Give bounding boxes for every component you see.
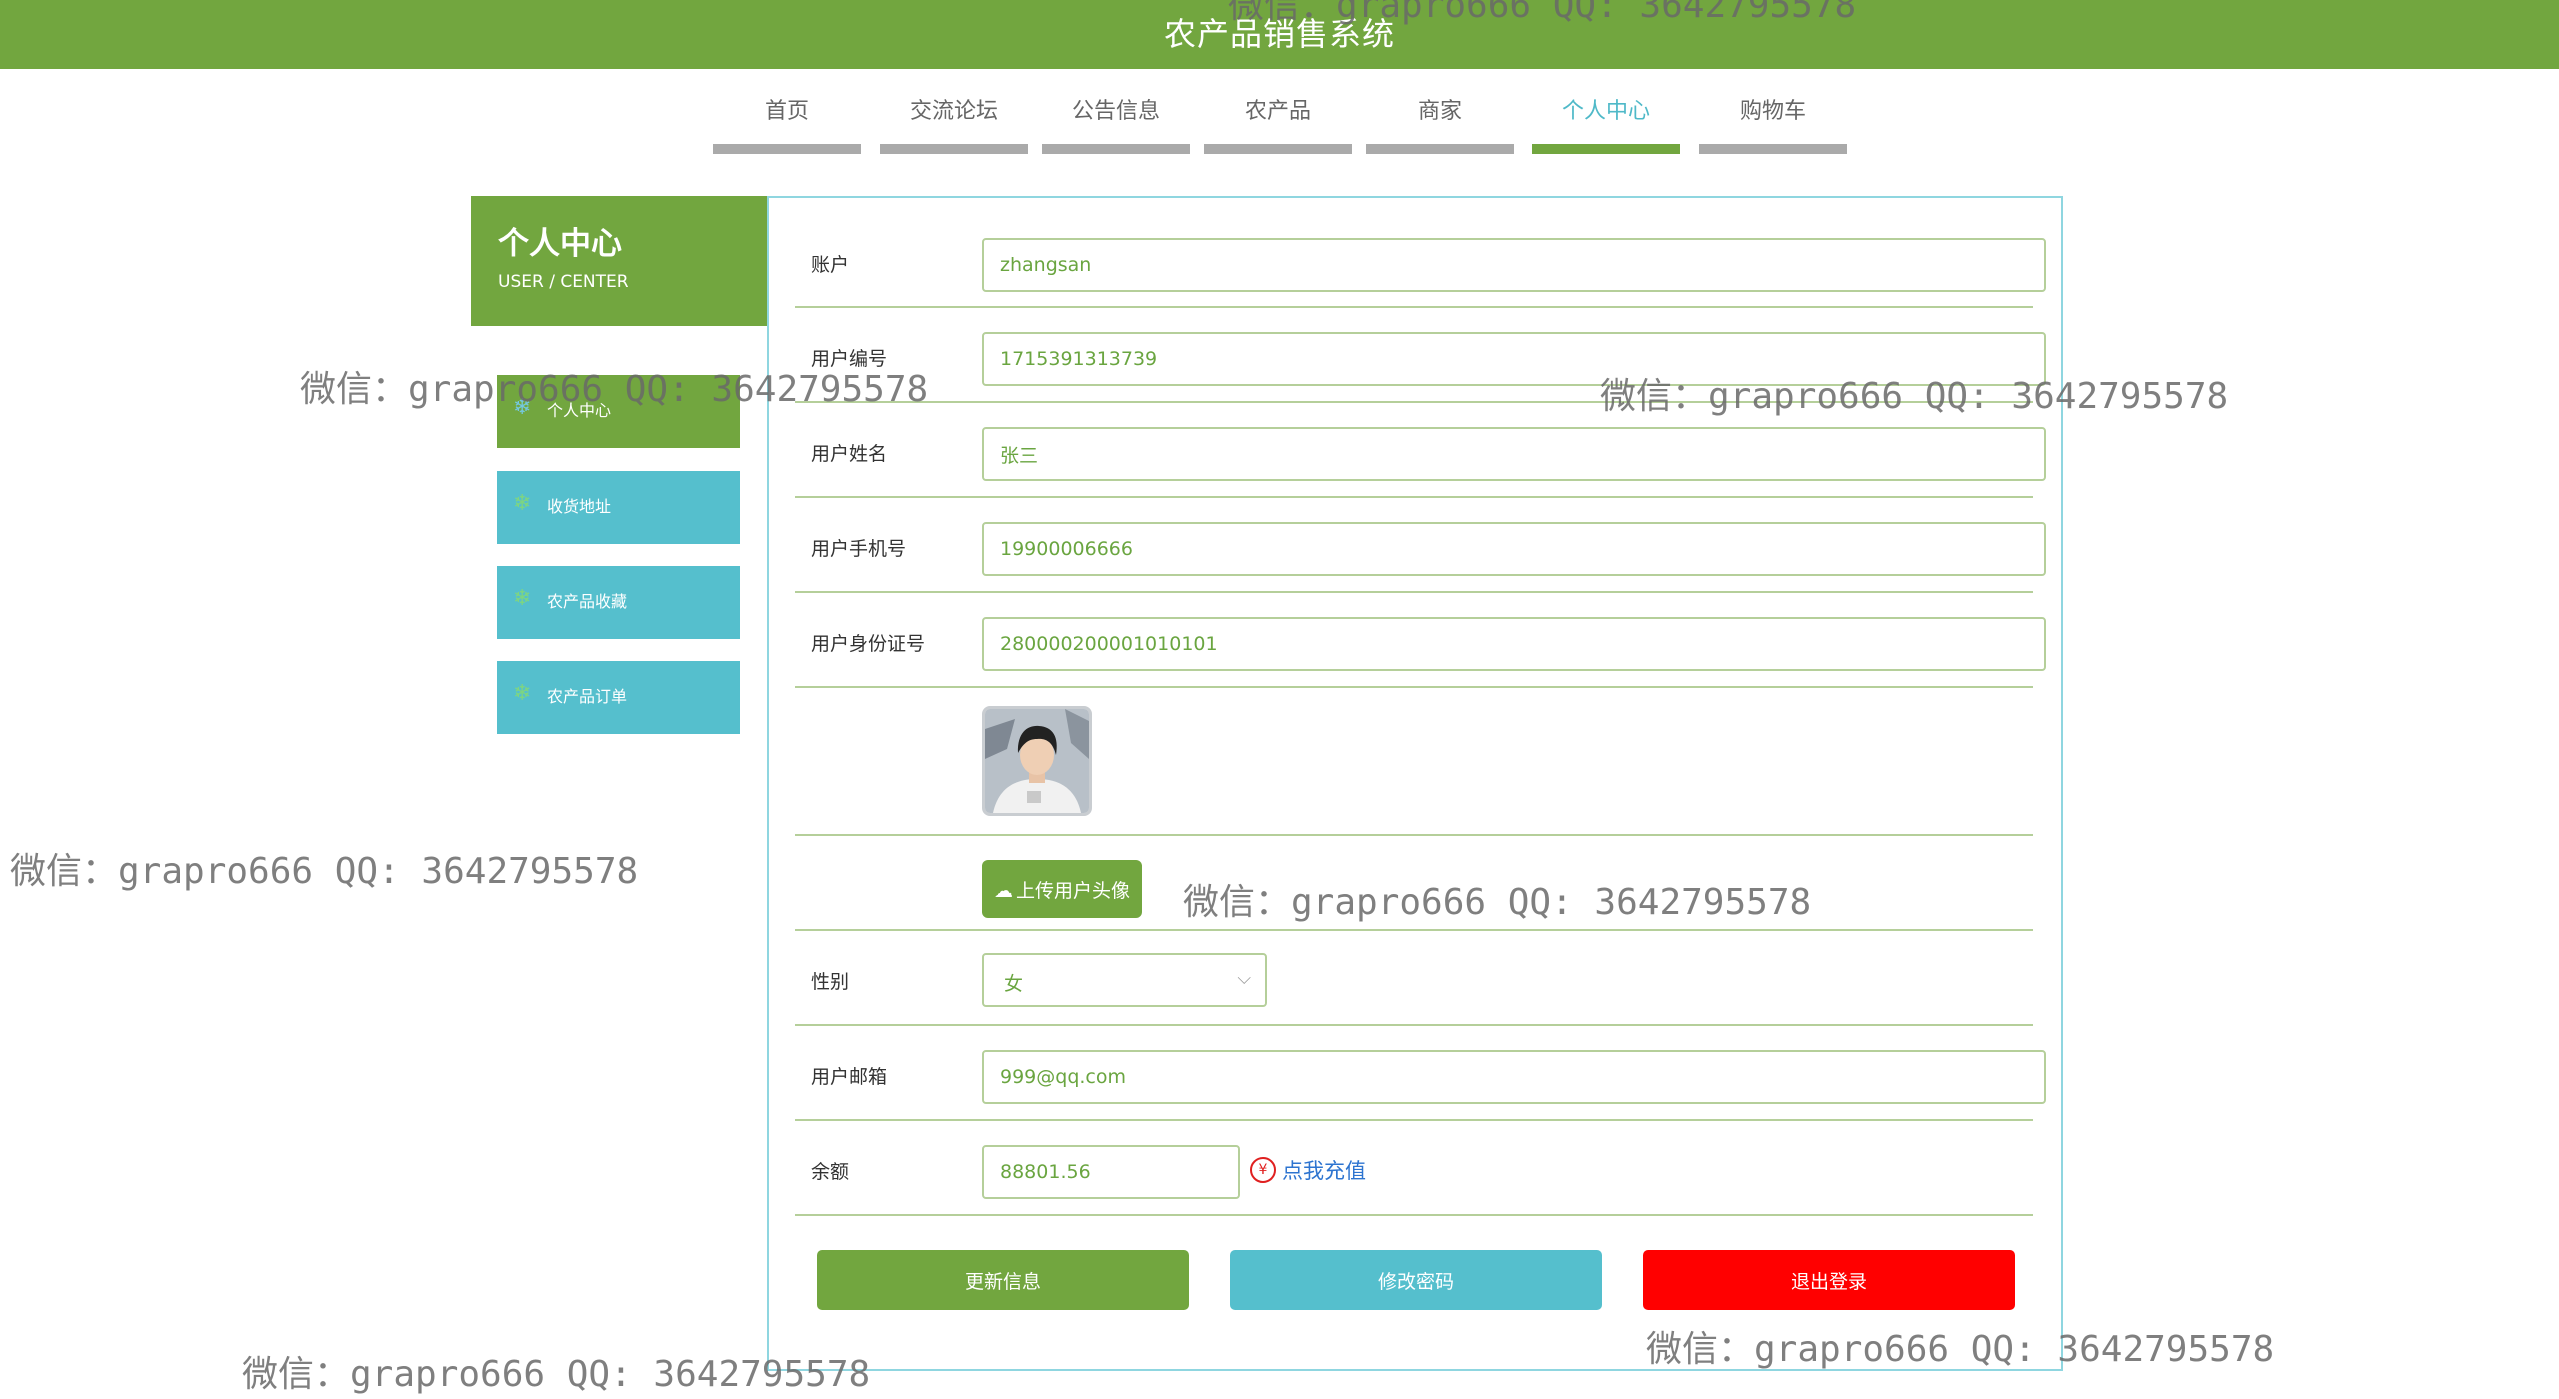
nav-item-forum[interactable]: 交流论坛 <box>880 92 1028 154</box>
nav-label: 公告信息 <box>1071 99 1160 124</box>
nav-item-user-center[interactable]: 个人中心 <box>1532 92 1680 154</box>
nav-label: 个人中心 <box>1561 99 1650 124</box>
snowflake-icon: ❄ <box>513 681 532 706</box>
upload-avatar-button[interactable]: ☁ 上传用户头像 <box>982 860 1142 918</box>
email-label: 用户邮箱 <box>811 1066 888 1088</box>
nav-underline <box>713 144 861 154</box>
nav-underline <box>880 144 1028 154</box>
sidebar-item-orders[interactable]: ❄ 农产品订单 <box>497 661 740 734</box>
update-info-button[interactable]: 更新信息 <box>817 1250 1189 1310</box>
watermark-text: 微信：grapro666 QQ: 3642795578 <box>242 1354 871 1395</box>
watermark-text: 微信：grapro666 QQ: 3642795578 <box>10 851 639 892</box>
nav-underline <box>1204 144 1352 154</box>
form-row-avatar <box>795 686 2033 836</box>
sidebar-title: 个人中心 <box>498 226 622 262</box>
form-row-email: 用户邮箱 <box>795 1024 2046 1121</box>
cloud-upload-icon: ☁ <box>993 879 1013 902</box>
balance-input[interactable] <box>982 1145 1240 1199</box>
recharge-label: 点我充值 <box>1282 1159 1366 1183</box>
nav-item-merchants[interactable]: 商家 <box>1366 92 1514 154</box>
watermark-text: 微信：grapro666 QQ: 3642795578 <box>300 369 929 410</box>
nav-underline <box>1532 144 1680 154</box>
account-input[interactable] <box>982 238 2046 292</box>
user-name-label: 用户姓名 <box>811 443 888 465</box>
account-label: 账户 <box>811 254 850 276</box>
nav-item-home[interactable]: 首页 <box>713 92 861 154</box>
form-row-id-card: 用户身份证号 <box>795 591 2046 688</box>
user-name-input[interactable] <box>982 427 2046 481</box>
email-input[interactable] <box>982 1050 2046 1104</box>
nav-underline <box>1366 144 1514 154</box>
nav-label: 购物车 <box>1739 99 1806 124</box>
form-row-gender: 性别 女 ⌵ <box>795 929 2033 1026</box>
nav-label: 首页 <box>764 99 809 124</box>
watermark-text: 微信：grapro666 QQ: 3642795578 <box>1600 376 2229 417</box>
form-row-phone: 用户手机号 <box>795 496 2046 593</box>
snowflake-icon: ❄ <box>513 586 532 611</box>
balance-label: 余额 <box>811 1161 850 1183</box>
upload-button-label: 上传用户头像 <box>1015 879 1130 902</box>
sidebar-item-label: 收货地址 <box>547 497 612 516</box>
nav-label: 商家 <box>1417 99 1462 124</box>
main-nav: 首页 交流论坛 公告信息 农产品 商家 个人中心 购物车 <box>0 92 2559 162</box>
sidebar-subtitle: USER / CENTER <box>498 272 629 292</box>
chevron-down-icon: ⌵ <box>1237 968 1251 989</box>
nav-item-notice[interactable]: 公告信息 <box>1042 92 1190 154</box>
phone-label: 用户手机号 <box>811 538 907 560</box>
logout-button[interactable]: 退出登录 <box>1643 1250 2015 1310</box>
sidebar-header: 个人中心 USER / CENTER <box>471 196 767 326</box>
nav-item-products[interactable]: 农产品 <box>1204 92 1352 154</box>
change-password-button[interactable]: 修改密码 <box>1230 1250 1602 1310</box>
avatar-image <box>985 709 1089 813</box>
watermark-text: 微信：grapro666 QQ: 3642795578 <box>1646 1329 2275 1370</box>
gender-label: 性别 <box>811 971 850 993</box>
id-card-label: 用户身份证号 <box>811 633 926 655</box>
gender-select[interactable]: 女 ⌵ <box>982 953 1267 1007</box>
gender-value: 女 <box>1004 973 1024 995</box>
watermark-text: 微信：grapro666 QQ: 3642795578 <box>1183 882 1812 923</box>
form-row-balance: 余额 ¥点我充值 <box>795 1119 2033 1216</box>
nav-label: 农产品 <box>1244 99 1311 124</box>
form-row-account: 账户 <box>795 198 2046 308</box>
avatar[interactable] <box>982 706 1092 816</box>
nav-item-cart[interactable]: 购物车 <box>1699 92 1847 154</box>
yen-icon: ¥ <box>1250 1157 1276 1183</box>
watermark-text: 微信：grapro666 QQ: 3642795578 <box>1228 0 1857 26</box>
nav-underline <box>1042 144 1190 154</box>
sidebar-item-favorites[interactable]: ❄ 农产品收藏 <box>497 566 740 639</box>
nav-label: 交流论坛 <box>909 99 998 124</box>
recharge-link[interactable]: ¥ 点我充值 <box>1250 1155 1366 1185</box>
id-card-input[interactable] <box>982 617 2046 671</box>
phone-input[interactable] <box>982 522 2046 576</box>
snowflake-icon: ❄ <box>513 491 532 516</box>
sidebar-item-label: 农产品收藏 <box>547 592 628 611</box>
sidebar-item-address[interactable]: ❄ 收货地址 <box>497 471 740 544</box>
nav-underline <box>1699 144 1847 154</box>
sidebar-item-label: 农产品订单 <box>547 687 628 706</box>
